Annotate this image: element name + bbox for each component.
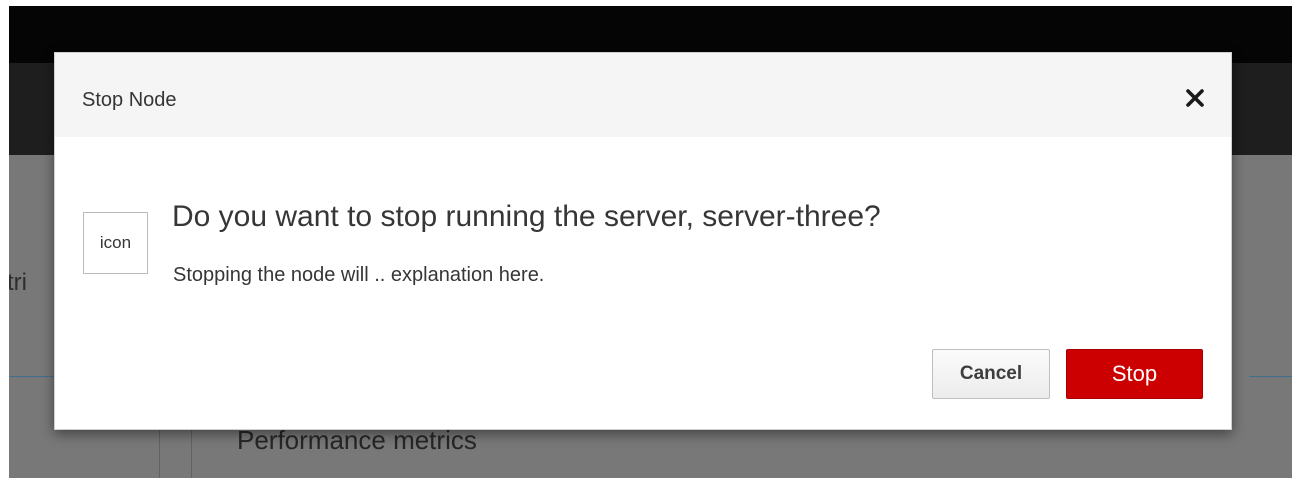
sidebar-divider-2 [191,424,192,478]
dialog-header: Stop Node [55,53,1231,137]
close-icon [1186,89,1204,107]
tab-underline-right [1249,376,1292,377]
dialog-explanation: Stopping the node will .. explanation he… [173,264,545,286]
sidebar-divider [159,424,160,478]
dialog-title: Stop Node [82,89,177,111]
stop-button[interactable]: Stop [1066,349,1203,399]
tab-underline-left [9,376,55,377]
dialog-icon-placeholder: icon [83,212,148,274]
cancel-button[interactable]: Cancel [932,349,1050,399]
close-button[interactable] [1181,81,1209,115]
dialog-question: Do you want to stop running the server, … [172,200,881,233]
background-tab-label: tri [9,269,27,296]
stop-node-dialog: Stop Node icon Do you want to stop runni… [54,52,1232,430]
